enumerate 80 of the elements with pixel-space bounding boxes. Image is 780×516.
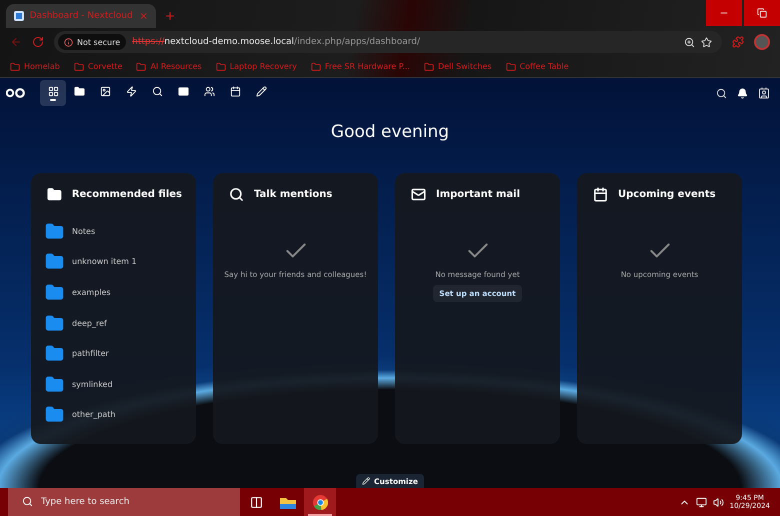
new-tab-icon[interactable] (164, 10, 176, 22)
folder-icon (136, 62, 146, 72)
file-name: other_path (72, 410, 116, 420)
search-icon (22, 496, 33, 507)
reload-icon[interactable] (32, 36, 44, 48)
calendar-icon (593, 187, 608, 202)
bookmark-label: Coffee Table (520, 62, 569, 71)
folder-icon (216, 62, 226, 72)
folder-icon (506, 62, 516, 72)
greeting-heading: Good evening (330, 122, 450, 142)
pencil-icon (256, 86, 266, 96)
folder-icon (74, 62, 84, 72)
widget-title: Important mail (436, 189, 520, 200)
image-icon (100, 86, 110, 96)
folder-icon (45, 374, 64, 394)
taskbar-app-button[interactable] (304, 488, 336, 516)
bookmark-label: Corvette (88, 62, 122, 71)
bookmark-star-icon[interactable] (701, 36, 712, 48)
folder-icon (45, 314, 64, 333)
bookmark-label: Free SR Hardware P... (324, 62, 410, 71)
zoom-icon[interactable] (684, 36, 695, 48)
file-item[interactable]: deep_ref (45, 308, 182, 338)
folder-icon (45, 405, 64, 424)
address-bar[interactable]: Not secure https://nextcloud-demo.moose.local/index.php/apps/dashboard/ (54, 31, 722, 53)
taskbar-search-field[interactable]: Type here to search (8, 488, 240, 516)
folder-icon (74, 86, 84, 96)
dashboard-icon (48, 86, 58, 96)
folder-icon (45, 222, 64, 241)
contacts-icon (204, 86, 214, 96)
widget-title: Upcoming events (618, 189, 716, 200)
security-chip[interactable]: Not secure (58, 34, 126, 50)
url-text: https://nextcloud-demo.moose.local/index.php/apps/dashboard/ (132, 37, 422, 47)
extensions-icon[interactable] (732, 36, 744, 48)
folder-icon (424, 62, 434, 72)
file-name: unknown item 1 (72, 257, 137, 266)
folder-icon (45, 282, 64, 302)
chrome-icon (312, 494, 328, 510)
app-nav-button[interactable] (40, 80, 66, 106)
network-icon[interactable] (696, 496, 707, 508)
file-item[interactable]: unknown item 1 (45, 246, 182, 278)
folder-icon (310, 62, 321, 72)
widget-title: Talk mentions (254, 189, 332, 200)
restore-icon (757, 8, 767, 18)
nextcloud-logo[interactable] (6, 87, 26, 99)
file-name: deep_ref (72, 318, 107, 328)
file-name: pathfilter (72, 349, 109, 358)
restore-button[interactable] (744, 0, 780, 26)
calendar-icon (230, 86, 240, 96)
folder-icon (47, 187, 62, 202)
folder-icon (10, 62, 20, 72)
widget-title: Recommended files (72, 189, 182, 200)
folder-icon (280, 496, 296, 508)
contacts-menu-icon[interactable] (758, 87, 770, 99)
notifications-icon[interactable] (737, 88, 748, 98)
file-item[interactable]: Notes (45, 216, 182, 247)
file-item[interactable]: symlinked (45, 368, 182, 400)
folder-icon (45, 344, 64, 364)
close-icon[interactable] (138, 11, 148, 21)
file-name: symlinked (72, 380, 113, 389)
pencil-icon (362, 477, 370, 485)
file-item[interactable]: other_path (45, 399, 182, 430)
search-icon[interactable] (716, 88, 727, 98)
bookmark-link[interactable]: Free SR Hardware P... (310, 62, 410, 72)
bookmark-label: Dell Switches (438, 62, 492, 71)
speaker-icon[interactable] (712, 496, 724, 508)
task-view-icon (250, 496, 262, 508)
bookmark-label: Laptop Recovery (230, 62, 297, 71)
bookmark-label: AI Resources (150, 62, 202, 71)
lightning-icon (126, 86, 136, 96)
file-item[interactable]: pathfilter (45, 338, 182, 369)
folder-icon (45, 252, 64, 272)
file-name: examples (72, 288, 111, 297)
bookmark-label: Homelab (24, 62, 60, 71)
file-name: Notes (72, 226, 96, 236)
bookmark-link[interactable]: Homelab (10, 62, 60, 72)
profile-avatar[interactable] (754, 34, 770, 50)
warning-icon (64, 38, 73, 46)
file-item[interactable]: examples (45, 277, 182, 308)
nextcloud-favicon-icon (14, 11, 24, 21)
bookmark-link[interactable]: Dell Switches (424, 62, 492, 72)
